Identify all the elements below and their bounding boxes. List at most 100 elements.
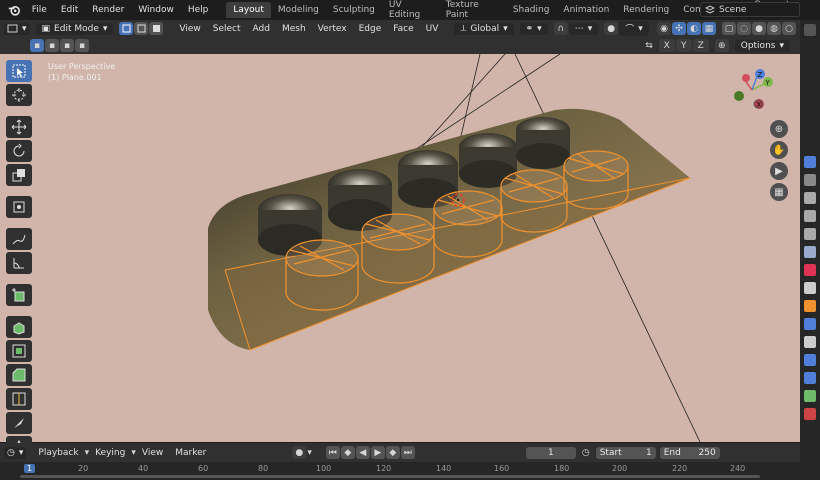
mirror-x-toggle[interactable]: X — [658, 39, 675, 52]
move-tool[interactable] — [6, 116, 32, 138]
options-dropdown[interactable]: Options ▾ — [734, 39, 790, 52]
knife-tool[interactable] — [6, 412, 32, 434]
constraints-icon[interactable] — [804, 372, 816, 384]
pivot-dropdown[interactable]: ⚭ ▾ — [519, 22, 548, 35]
view-layer-props-icon[interactable] — [804, 228, 816, 240]
select-box-tool[interactable] — [6, 60, 32, 82]
visibility-button[interactable]: ◉ — [657, 22, 671, 35]
tab-animation[interactable]: Animation — [556, 2, 616, 18]
menu-vertex[interactable]: Vertex — [312, 24, 353, 34]
jump-end-button[interactable]: ⏭ — [400, 446, 415, 459]
record-button[interactable]: ● — [292, 446, 307, 459]
collection-icon[interactable] — [804, 282, 816, 294]
xray-toggle[interactable]: ▢ — [722, 22, 736, 35]
scrollbar[interactable] — [20, 475, 760, 478]
vertex-select-button[interactable] — [119, 22, 134, 35]
navigation-gizmo[interactable]: Y Z X — [724, 62, 780, 118]
extrude-tool[interactable] — [6, 316, 32, 338]
current-frame-field[interactable]: 1 — [525, 446, 576, 459]
face-select-button[interactable] — [149, 22, 164, 35]
scene-props-icon[interactable] — [804, 246, 816, 258]
loop-cut-tool[interactable] — [6, 388, 32, 410]
mesh-overlay-toggle[interactable]: ▦ — [702, 22, 716, 35]
scene-selector[interactable]: Scene — [700, 2, 800, 17]
tab-shading[interactable]: Shading — [506, 2, 557, 18]
select-mode-new-button[interactable]: ▪ — [30, 39, 44, 52]
jump-keyframe-back-button[interactable]: ◆ — [340, 446, 355, 459]
world-icon[interactable] — [804, 264, 816, 276]
material-shading-button[interactable]: ◍ — [767, 22, 781, 35]
rendered-shading-button[interactable]: ○ — [782, 22, 796, 35]
edge-select-button[interactable] — [134, 22, 149, 35]
snap-target-dropdown[interactable]: ⋯ ▾ — [568, 22, 599, 35]
end-frame-field[interactable]: End 250 — [659, 446, 720, 459]
tab-layout[interactable]: Layout — [226, 2, 271, 18]
select-mode-subtract-button[interactable]: ▪ — [60, 39, 74, 52]
gizmo-toggle[interactable]: ✣ — [672, 22, 686, 35]
jump-start-button[interactable]: ⏮ — [325, 446, 340, 459]
data-icon[interactable] — [804, 390, 816, 402]
jump-keyframe-forward-button[interactable]: ◆ — [385, 446, 400, 459]
auto-merge-toggle[interactable]: ⊕ — [714, 39, 729, 52]
menu-face[interactable]: Face — [387, 24, 419, 34]
menu-view[interactable]: View — [173, 24, 206, 34]
proportional-edit-toggle[interactable]: ● — [604, 22, 619, 35]
output-icon[interactable] — [804, 210, 816, 222]
add-cube-tool[interactable] — [6, 284, 32, 306]
select-mode-invert-button[interactable]: ▪ — [75, 39, 89, 52]
annotate-tool[interactable] — [6, 228, 32, 250]
3d-viewport[interactable] — [0, 54, 800, 442]
falloff-dropdown[interactable]: ⌒ ▾ — [619, 21, 649, 36]
mirror-y-toggle[interactable]: Y — [675, 39, 692, 52]
tab-sculpting[interactable]: Sculpting — [326, 2, 382, 18]
rotate-tool[interactable] — [6, 140, 32, 162]
start-frame-field[interactable]: Start 1 — [595, 446, 656, 459]
bevel-tool[interactable] — [6, 364, 32, 386]
outliner-filter-icon[interactable] — [804, 24, 816, 36]
tool-icon[interactable] — [804, 174, 816, 186]
menu-edit[interactable]: Edit — [54, 5, 85, 15]
solid-shading-button[interactable]: ● — [752, 22, 766, 35]
gizmo-y-neg[interactable] — [734, 91, 744, 101]
snap-toggle[interactable]: ∩ — [553, 22, 568, 35]
menu-keying[interactable]: Keying — [89, 448, 131, 458]
timeline-ruler[interactable]: 1 20 40 60 80 100 120 140 160 180 200 22… — [0, 462, 800, 480]
material-icon[interactable] — [804, 408, 816, 420]
zoom-view-button[interactable]: ⊕ — [770, 120, 788, 138]
transform-orientation-dropdown[interactable]: ⟂ Global ▾ — [454, 22, 514, 35]
cursor-tool[interactable] — [6, 84, 32, 106]
menu-add[interactable]: Add — [247, 24, 276, 34]
view-layer-icon[interactable] — [804, 156, 816, 168]
mirror-z-toggle[interactable]: Z — [692, 39, 709, 52]
mode-dropdown[interactable]: ▣ Edit Mode ▾ — [35, 22, 114, 35]
menu-edge[interactable]: Edge — [353, 24, 388, 34]
tab-modeling[interactable]: Modeling — [271, 2, 326, 18]
overlay-toggle[interactable]: ◐ — [687, 22, 701, 35]
ortho-toggle-button[interactable]: ▦ — [770, 183, 788, 201]
tab-rendering[interactable]: Rendering — [616, 2, 676, 18]
scale-tool[interactable] — [6, 164, 32, 186]
menu-playback[interactable]: Playback — [32, 448, 84, 458]
editor-type-dropdown[interactable]: ▾ — [4, 22, 30, 35]
render-icon[interactable] — [804, 192, 816, 204]
select-mode-extend-button[interactable]: ▪ — [45, 39, 59, 52]
menu-select[interactable]: Select — [207, 24, 247, 34]
modifier-icon[interactable] — [804, 318, 816, 330]
menu-help[interactable]: Help — [181, 5, 216, 15]
menu-mesh[interactable]: Mesh — [276, 24, 312, 34]
menu-window[interactable]: Window — [131, 5, 181, 15]
particles-icon[interactable] — [804, 336, 816, 348]
wireframe-shading-button[interactable]: ◌ — [737, 22, 751, 35]
play-button[interactable]: ▶ — [370, 446, 385, 459]
transform-tool[interactable] — [6, 196, 32, 218]
inset-tool[interactable] — [6, 340, 32, 362]
play-reverse-button[interactable]: ◀ — [355, 446, 370, 459]
timeline-editor-type[interactable]: ◷ ▾ — [4, 446, 27, 459]
menu-file[interactable]: File — [25, 5, 54, 15]
menu-render[interactable]: Render — [85, 5, 131, 15]
camera-view-button[interactable]: ▶ — [770, 162, 788, 180]
object-icon[interactable] — [804, 300, 816, 312]
blender-logo-icon[interactable] — [8, 3, 21, 17]
menu-marker[interactable]: Marker — [169, 448, 212, 458]
physics-icon[interactable] — [804, 354, 816, 366]
